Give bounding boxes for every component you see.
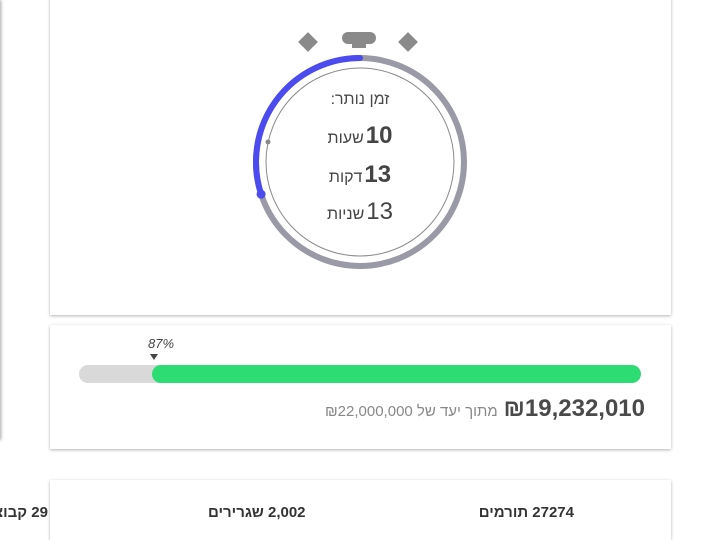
hours-unit: שעות (327, 130, 364, 147)
countdown-clock (253, 32, 467, 269)
amount-row: ₪19,232,010 מתוך יעד של ₪22,000,000 (325, 395, 645, 423)
percent-pointer-icon (150, 354, 158, 360)
raised-amount: ₪19,232,010 (503, 395, 645, 422)
progress-card (50, 325, 671, 449)
ambassadors-count: 2,002 שגרירים (208, 504, 306, 521)
hours-value: 10 (365, 122, 393, 149)
progress-bar (79, 365, 641, 383)
seconds-unit: שניות (327, 206, 365, 223)
minutes-unit: דקות (328, 169, 363, 186)
stopwatch-top-icon (298, 32, 418, 52)
stopwatch-stem (352, 42, 366, 48)
stopwatch-right-button (398, 32, 418, 52)
minutes-value: 13 (364, 161, 392, 188)
progress-bar-fill (152, 365, 641, 383)
percent-label: 87% (148, 336, 175, 351)
goal-amount: מתוך יעד של ₪22,000,000 (324, 403, 498, 420)
timer-hours: 10 שעות (240, 122, 480, 150)
timer-seconds: 13 שניות (240, 198, 480, 226)
groups-count: 29 קבוצ (0, 504, 48, 521)
stats-card (50, 480, 671, 540)
timer-minutes: 13 דקות (240, 161, 480, 189)
donors-count: 27274 תורמים (478, 504, 574, 521)
stopwatch-left-button (298, 32, 318, 52)
seconds-value: 13 (366, 198, 393, 225)
timer-label: זמן נותר: (330, 91, 390, 108)
